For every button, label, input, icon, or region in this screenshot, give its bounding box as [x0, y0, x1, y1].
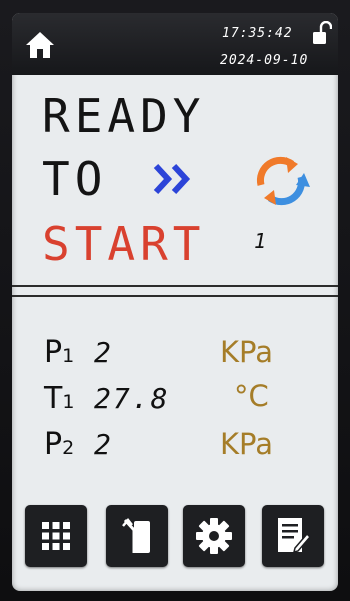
param-unit-p1: KPa	[220, 335, 273, 369]
home-button[interactable]	[20, 26, 60, 64]
param-unit-p2: KPa	[220, 427, 273, 461]
status-line-to: TO	[42, 152, 108, 206]
top-bar: 17:35:42 2024-09-10	[12, 13, 338, 75]
report-icon	[278, 518, 311, 554]
report-button[interactable]	[262, 505, 324, 567]
param-value-p1: 2	[94, 336, 113, 369]
chevron-right-icon	[153, 163, 191, 195]
gear-icon	[196, 518, 232, 554]
menu-button[interactable]	[25, 505, 87, 567]
clock-date: 2024-09-10	[220, 53, 309, 68]
door-exit-icon	[122, 518, 150, 553]
param-label-p1: P1	[44, 335, 75, 370]
status-line-ready: READY	[42, 89, 206, 143]
param-value-p2: 2	[94, 428, 113, 461]
exit-button[interactable]	[106, 505, 168, 567]
home-icon	[26, 32, 54, 58]
refresh-icon[interactable]	[248, 151, 314, 211]
cycle-count: 1	[254, 229, 267, 253]
touch-screen: 17:35:42 2024-09-10 READY TO START 1 P1 …	[12, 13, 338, 591]
param-label-t1: T1	[44, 381, 75, 416]
status-line-start: START	[42, 217, 206, 271]
grid-menu-icon	[42, 522, 70, 550]
param-label-p2: P2	[44, 427, 75, 462]
unlock-icon[interactable]	[312, 21, 332, 47]
param-value-t1: 27.8	[94, 382, 170, 415]
divider-bottom	[12, 295, 338, 297]
divider-top	[12, 285, 338, 287]
param-unit-t1: °C	[234, 379, 269, 413]
settings-button[interactable]	[183, 505, 245, 567]
clock-time: 17:35:42	[222, 26, 293, 41]
